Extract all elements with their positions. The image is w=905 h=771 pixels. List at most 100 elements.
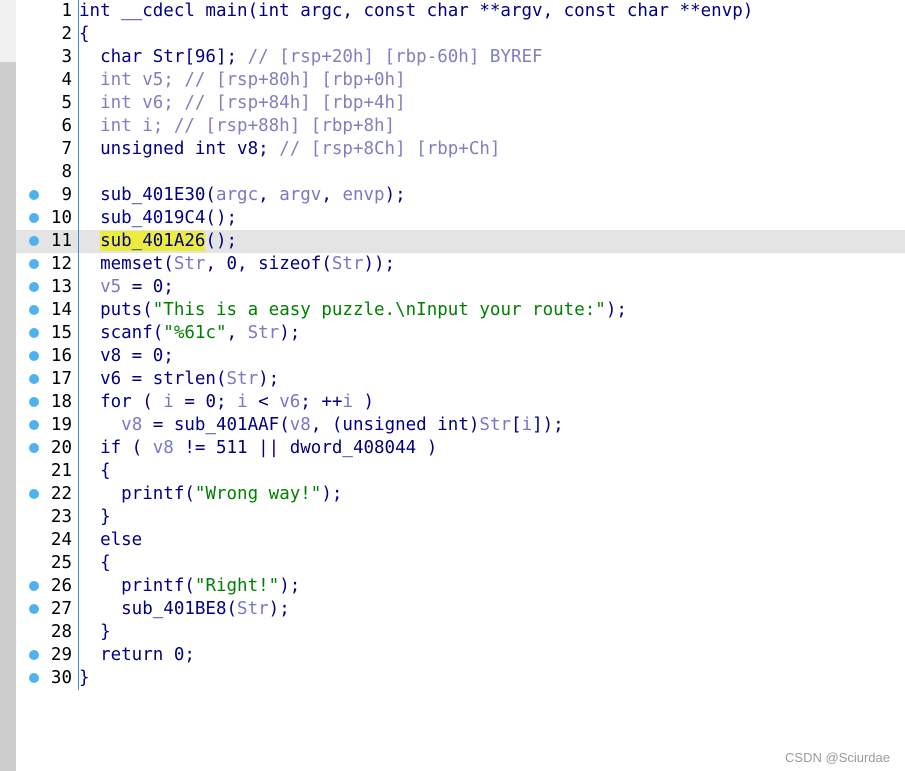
code-token[interactable]: int v5; [79, 70, 184, 90]
code-token[interactable]: { [79, 553, 111, 573]
vertical-scrollbar[interactable] [0, 0, 16, 771]
code-token[interactable]: char Str[96]; [79, 47, 248, 67]
code-text[interactable]: printf("Wrong way!"); [79, 483, 342, 506]
code-text[interactable]: v5 = 0; [79, 276, 174, 299]
breakpoint-dot-icon[interactable] [29, 328, 39, 338]
code-token[interactable]: = sub_401AAF( [142, 415, 290, 435]
breakpoint-dot-icon[interactable] [29, 374, 39, 384]
code-token[interactable]: v6 = strlen( [79, 369, 226, 389]
code-text[interactable]: v8 = 0; [79, 345, 174, 368]
code-token[interactable]: i [237, 392, 248, 412]
code-token[interactable]: (); [205, 231, 237, 251]
breakpoint-dot-icon[interactable] [29, 236, 39, 246]
breakpoint-dot-icon[interactable] [29, 581, 39, 591]
code-text[interactable]: } [79, 506, 111, 529]
code-token[interactable]: int __cdecl main(int argc, const char **… [79, 1, 753, 21]
code-text[interactable]: if ( v8 != 511 || dword_408044 ) [79, 437, 437, 460]
code-line[interactable]: 8 [16, 161, 905, 184]
breakpoint-dot-icon[interactable] [29, 420, 39, 430]
code-line[interactable]: 14 puts("This is a easy puzzle.\nInput y… [16, 299, 905, 322]
code-token[interactable]: v8 [121, 415, 142, 435]
code-text[interactable]: v8 = sub_401AAF(v8, (unsigned int)Str[i]… [79, 414, 564, 437]
code-text[interactable]: { [79, 552, 111, 575]
code-token[interactable] [79, 231, 100, 251]
code-text[interactable]: sub_4019C4(); [79, 207, 237, 230]
code-line[interactable]: 5 int v6; // [rsp+84h] [rbp+4h] [16, 92, 905, 115]
code-token[interactable]: Str [237, 599, 269, 619]
code-line[interactable]: 3 char Str[96]; // [rsp+20h] [rbp-60h] B… [16, 46, 905, 69]
code-text[interactable]: scanf("%61c", Str); [79, 322, 300, 345]
code-token[interactable]: ); [269, 599, 290, 619]
code-text[interactable]: unsigned int v8; // [rsp+8Ch] [rbp+Ch] [79, 138, 500, 161]
code-text[interactable]: puts("This is a easy puzzle.\nInput your… [79, 299, 627, 322]
code-line[interactable]: 22 printf("Wrong way!"); [16, 483, 905, 506]
breakpoint-dot-icon[interactable] [29, 650, 39, 660]
code-token[interactable]: // [rsp+88h] [rbp+8h] [174, 116, 395, 136]
code-token[interactable]: )); [363, 254, 395, 274]
code-token[interactable]: v8 [153, 438, 174, 458]
code-text[interactable]: } [79, 667, 90, 690]
code-line[interactable]: 25 { [16, 552, 905, 575]
breakpoint-dot-icon[interactable] [29, 604, 39, 614]
code-line[interactable]: 23 } [16, 506, 905, 529]
code-token[interactable]: for ( [79, 392, 163, 412]
code-token[interactable]: ); [279, 323, 300, 343]
code-line[interactable]: 1 int __cdecl main(int argc, const char *… [16, 0, 905, 23]
code-token[interactable]: { [79, 24, 90, 44]
code-token[interactable]: { [79, 461, 111, 481]
code-token[interactable]: sub_4019C4(); [79, 208, 237, 228]
pseudocode-view[interactable]: 1 int __cdecl main(int argc, const char *… [16, 0, 905, 690]
code-token[interactable]: argc [216, 185, 258, 205]
code-text[interactable]: for ( i = 0; i < v6; ++i ) [79, 391, 374, 414]
code-token[interactable]: } [79, 507, 111, 527]
code-token[interactable]: ); [385, 185, 406, 205]
code-token[interactable]: memset( [79, 254, 174, 274]
breakpoint-dot-icon[interactable] [29, 282, 39, 292]
code-token[interactable]: return 0; [79, 645, 195, 665]
code-token[interactable]: "Right!" [195, 576, 279, 596]
code-line[interactable]: 26 printf("Right!"); [16, 575, 905, 598]
code-text[interactable]: { [79, 460, 111, 483]
code-token[interactable]: sub_401BE8( [79, 599, 237, 619]
breakpoint-dot-icon[interactable] [29, 443, 39, 453]
scrollbar-thumb[interactable] [0, 62, 16, 771]
code-line[interactable]: 21 { [16, 460, 905, 483]
breakpoint-dot-icon[interactable] [29, 305, 39, 315]
code-token[interactable]: , [258, 185, 279, 205]
code-line[interactable]: 18 for ( i = 0; i < v6; ++i ) [16, 391, 905, 414]
code-token[interactable]: ); [258, 369, 279, 389]
code-token[interactable]: = 0; [174, 392, 237, 412]
code-token[interactable]: < [248, 392, 280, 412]
code-token[interactable]: unsigned int v8; [79, 139, 279, 159]
code-token[interactable] [79, 415, 121, 435]
code-token[interactable]: "Wrong way!" [195, 484, 321, 504]
code-token[interactable]: v6 [279, 392, 300, 412]
code-text[interactable]: v6 = strlen(Str); [79, 368, 279, 391]
code-token[interactable]: // [rsp+8Ch] [rbp+Ch] [279, 139, 500, 159]
code-token[interactable]: ); [606, 300, 627, 320]
code-token[interactable]: envp [342, 185, 384, 205]
code-token[interactable]: } [79, 622, 111, 642]
code-token[interactable]: , [227, 323, 248, 343]
code-text[interactable]: int v5; // [rsp+80h] [rbp+0h] [79, 69, 406, 92]
code-line[interactable]: 19 v8 = sub_401AAF(v8, (unsigned int)Str… [16, 414, 905, 437]
breakpoint-dot-icon[interactable] [29, 190, 39, 200]
code-token[interactable]: if ( [79, 438, 153, 458]
code-token[interactable]: argv [279, 185, 321, 205]
code-line[interactable]: 20 if ( v8 != 511 || dword_408044 ) [16, 437, 905, 460]
code-line[interactable]: 13 v5 = 0; [16, 276, 905, 299]
code-token[interactable]: // [rsp+84h] [rbp+4h] [184, 93, 405, 113]
code-line[interactable]: 10 sub_4019C4(); [16, 207, 905, 230]
code-token[interactable]: "%61c" [163, 323, 226, 343]
breakpoint-dot-icon[interactable] [29, 397, 39, 407]
code-line[interactable]: 2{ [16, 23, 905, 46]
code-token[interactable]: [ [511, 415, 522, 435]
code-line[interactable]: 9 sub_401E30(argc, argv, envp); [16, 184, 905, 207]
code-line[interactable]: 30} [16, 667, 905, 690]
code-text[interactable]: { [79, 23, 90, 46]
code-text[interactable]: else [79, 529, 142, 552]
code-token[interactable]: printf( [79, 484, 195, 504]
code-line[interactable]: 27 sub_401BE8(Str); [16, 598, 905, 621]
code-line[interactable]: 6 int i; // [rsp+88h] [rbp+8h] [16, 115, 905, 138]
highlighted-token[interactable]: sub_401A26 [100, 231, 206, 251]
